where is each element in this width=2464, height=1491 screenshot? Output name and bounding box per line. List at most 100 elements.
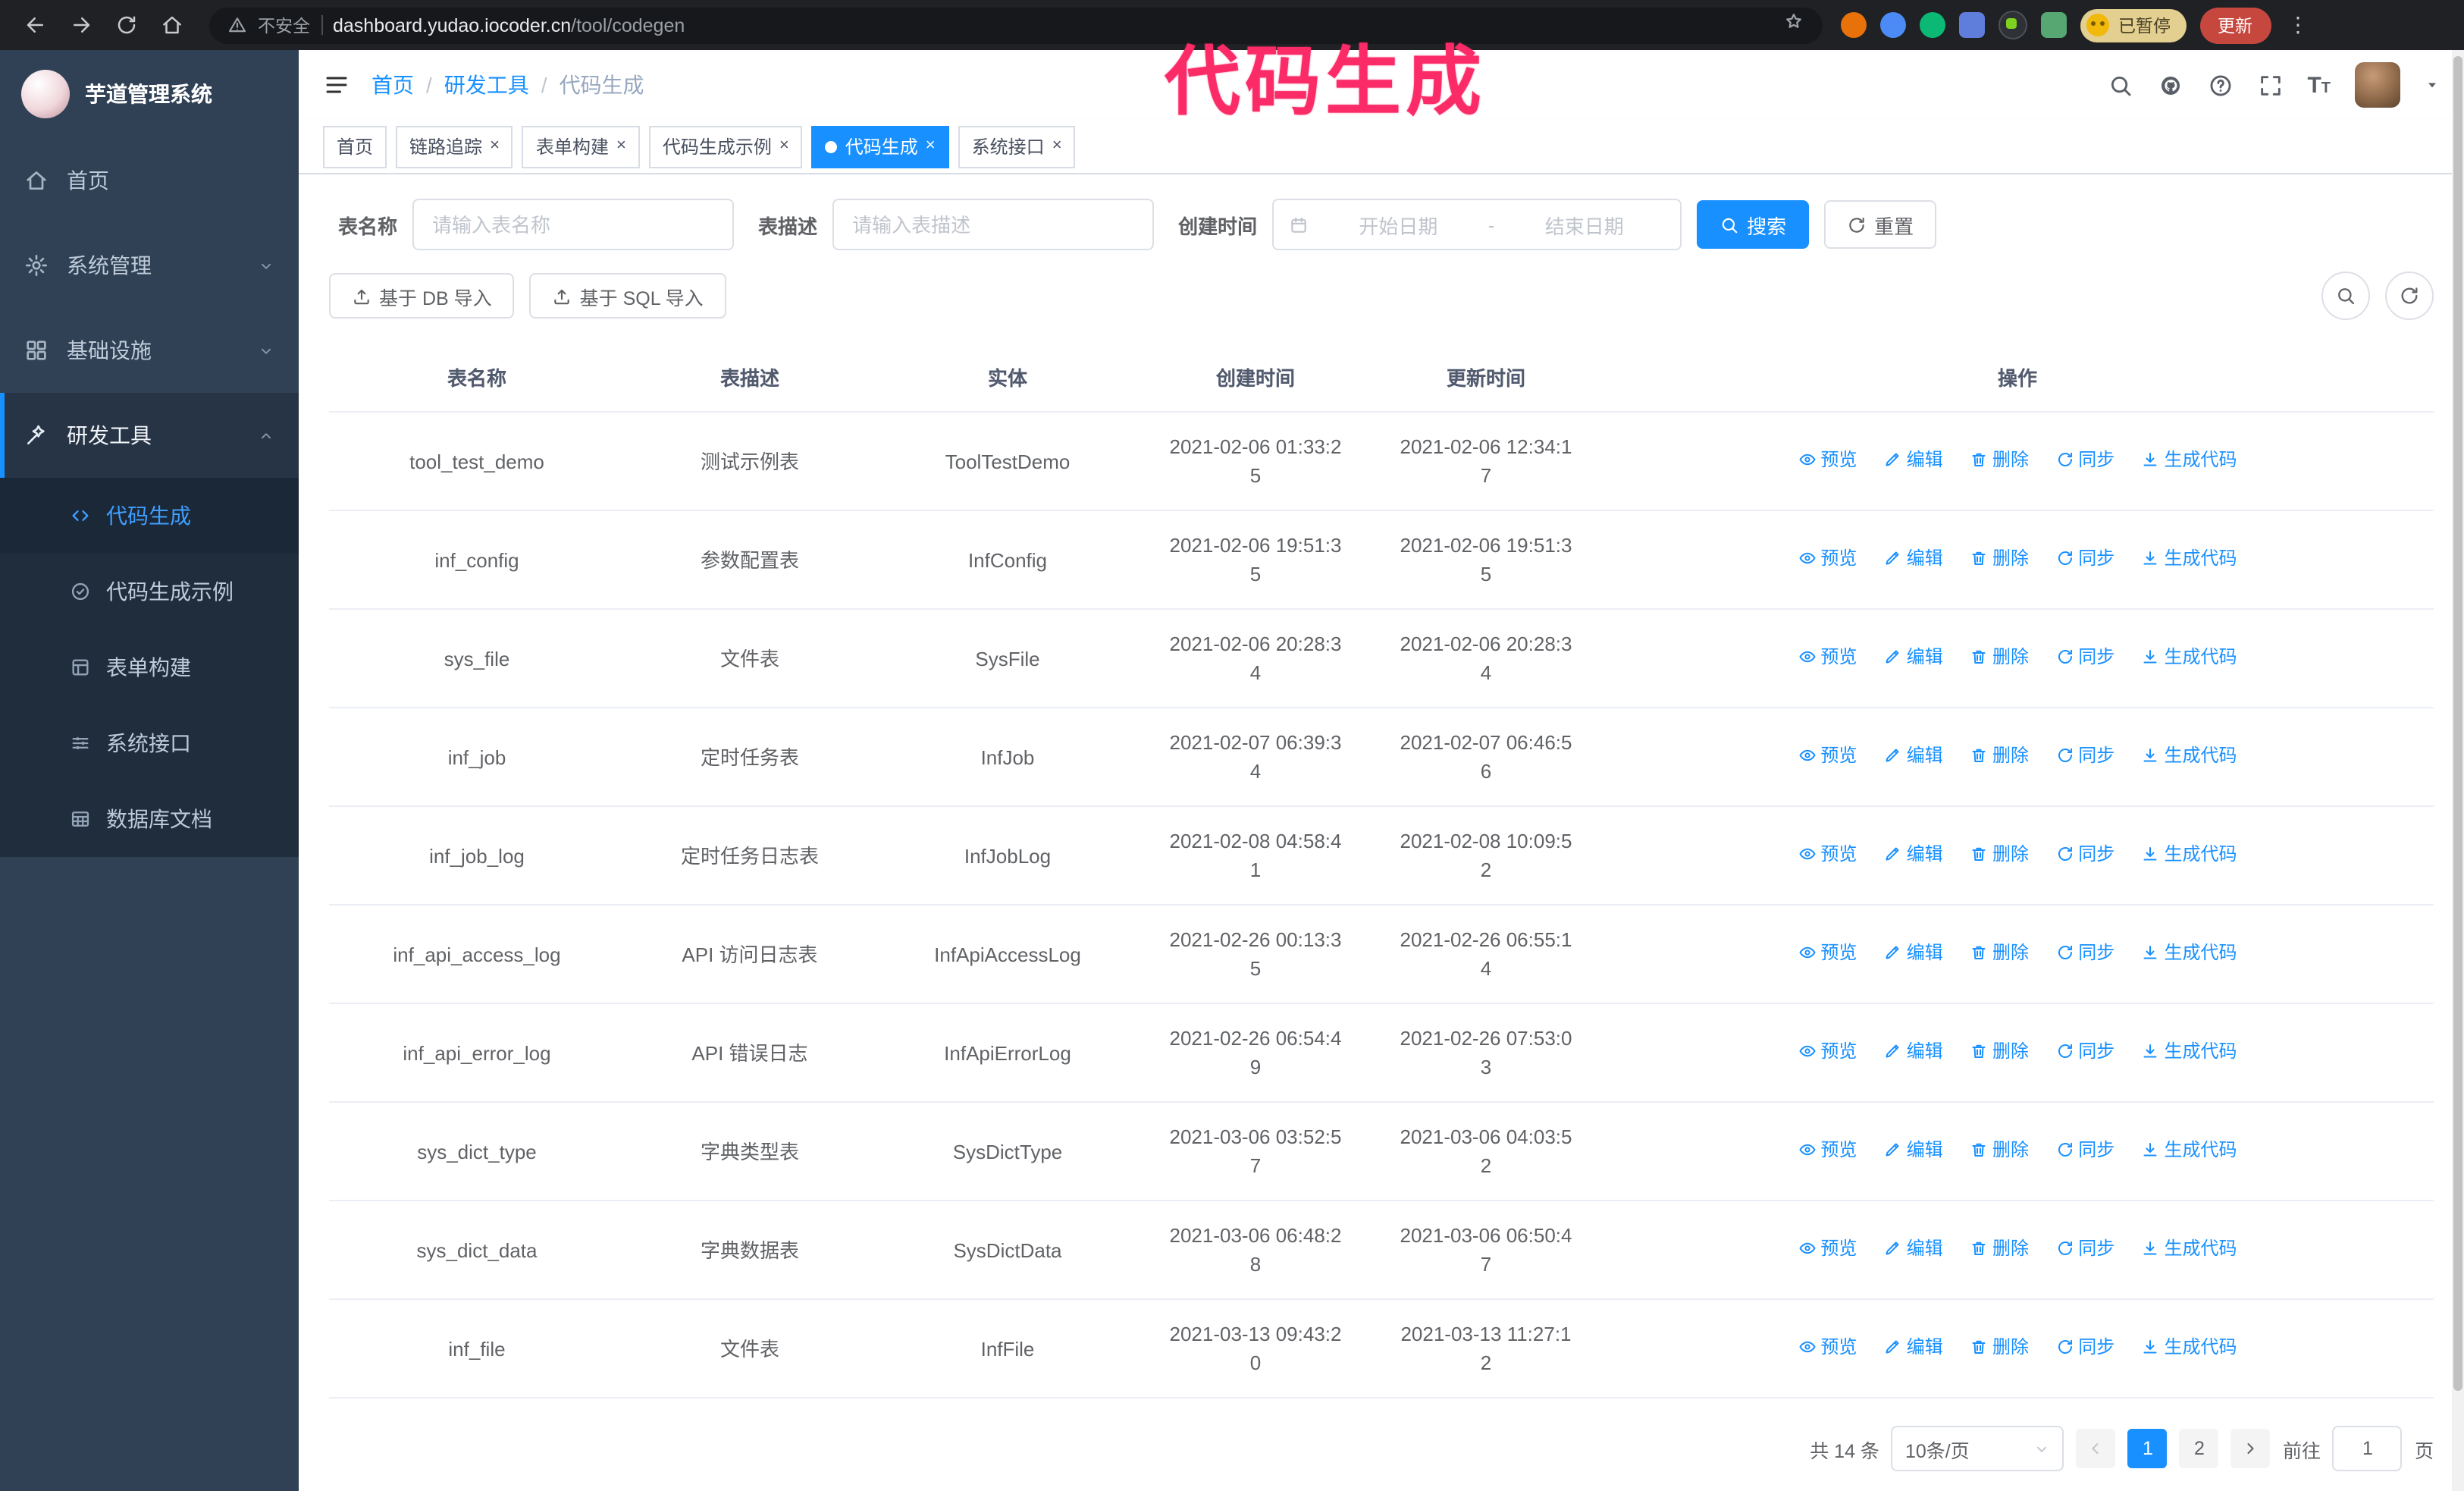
generate-code-link[interactable]: 生成代码	[2142, 1037, 2237, 1066]
sidebar-item-codegen-example[interactable]: 代码生成示例	[0, 554, 299, 629]
user-avatar[interactable]	[2355, 62, 2400, 108]
preview-link[interactable]: 预览	[1798, 1333, 1857, 1362]
preview-link[interactable]: 预览	[1798, 1037, 1857, 1066]
edit-link[interactable]: 编辑	[1884, 446, 1943, 475]
scrollbar-thumb[interactable]	[2453, 56, 2462, 1391]
preview-link[interactable]: 预览	[1798, 545, 1857, 573]
edit-link[interactable]: 编辑	[1884, 840, 1943, 869]
refresh-table-button[interactable]	[2385, 272, 2434, 320]
edit-link[interactable]: 编辑	[1884, 643, 1943, 672]
delete-link[interactable]: 删除	[1970, 446, 2029, 475]
import-sql-button[interactable]: 基于 SQL 导入	[529, 273, 726, 319]
breadcrumb-devtools[interactable]: 研发工具	[444, 70, 529, 100]
sync-link[interactable]: 同步	[2055, 545, 2114, 573]
sidebar-item-db-docs[interactable]: 数据库文档	[0, 781, 299, 857]
tab-close-icon[interactable]: ×	[1052, 137, 1062, 155]
generate-code-link[interactable]: 生成代码	[2142, 1136, 2237, 1165]
extension-icon-6[interactable]	[2041, 12, 2067, 38]
sync-link[interactable]: 同步	[2055, 446, 2114, 475]
caret-down-icon[interactable]	[2425, 77, 2440, 93]
edit-link[interactable]: 编辑	[1884, 1136, 1943, 1165]
tab-tracing[interactable]: 链路追踪 ×	[396, 125, 513, 168]
edit-link[interactable]: 编辑	[1884, 939, 1943, 968]
delete-link[interactable]: 删除	[1970, 1333, 2029, 1362]
browser-forward-icon[interactable]	[61, 5, 100, 45]
toggle-search-button[interactable]	[2321, 272, 2370, 320]
update-button[interactable]: 更新	[2199, 7, 2271, 43]
font-size-icon[interactable]: TT	[2307, 74, 2331, 96]
browser-home-icon[interactable]	[152, 5, 191, 45]
paused-badge[interactable]: 已暂停	[2080, 8, 2186, 42]
address-bar[interactable]: 不安全 dashboard.yudao.iocoder.cn/tool/code…	[209, 7, 1823, 43]
preview-link[interactable]: 预览	[1798, 840, 1857, 869]
tab-codegen-example[interactable]: 代码生成示例 ×	[648, 125, 803, 168]
delete-link[interactable]: 删除	[1970, 1037, 2029, 1066]
prev-page-button[interactable]	[2076, 1429, 2116, 1468]
sidebar-item-system[interactable]: 系统管理	[0, 223, 299, 308]
generate-code-link[interactable]: 生成代码	[2142, 1333, 2237, 1362]
page-button-1[interactable]: 1	[2127, 1429, 2168, 1468]
table-name-input[interactable]	[412, 199, 735, 250]
preview-link[interactable]: 预览	[1798, 1235, 1857, 1263]
preview-link[interactable]: 预览	[1798, 742, 1857, 771]
sync-link[interactable]: 同步	[2055, 1235, 2114, 1263]
preview-link[interactable]: 预览	[1798, 939, 1857, 968]
next-page-button[interactable]	[2230, 1429, 2271, 1468]
sidebar-item-codegen[interactable]: 代码生成	[0, 478, 299, 554]
fullscreen-icon[interactable]	[2257, 72, 2283, 98]
edit-link[interactable]: 编辑	[1884, 742, 1943, 771]
sync-link[interactable]: 同步	[2055, 939, 2114, 968]
delete-link[interactable]: 删除	[1970, 1136, 2029, 1165]
delete-link[interactable]: 删除	[1970, 939, 2029, 968]
generate-code-link[interactable]: 生成代码	[2142, 446, 2237, 475]
delete-link[interactable]: 删除	[1970, 545, 2029, 573]
edit-link[interactable]: 编辑	[1884, 1235, 1943, 1263]
help-icon[interactable]	[2207, 72, 2233, 98]
extension-icon-4[interactable]	[1959, 12, 1985, 38]
github-icon[interactable]	[2157, 72, 2183, 98]
browser-reload-icon[interactable]	[106, 5, 146, 45]
tab-codegen[interactable]: 代码生成 ×	[811, 125, 949, 168]
delete-link[interactable]: 删除	[1970, 840, 2029, 869]
generate-code-link[interactable]: 生成代码	[2142, 643, 2237, 672]
search-button[interactable]: 搜索	[1697, 200, 1810, 249]
delete-link[interactable]: 删除	[1970, 1235, 2029, 1263]
generate-code-link[interactable]: 生成代码	[2142, 545, 2237, 573]
sync-link[interactable]: 同步	[2055, 643, 2114, 672]
edit-link[interactable]: 编辑	[1884, 1037, 1943, 1066]
preview-link[interactable]: 预览	[1798, 643, 1857, 672]
sync-link[interactable]: 同步	[2055, 1136, 2114, 1165]
tab-system-api[interactable]: 系统接口 ×	[958, 125, 1076, 168]
goto-page-input[interactable]	[2332, 1426, 2403, 1471]
sync-link[interactable]: 同步	[2055, 840, 2114, 869]
reset-button[interactable]: 重置	[1824, 200, 1937, 249]
edit-link[interactable]: 编辑	[1884, 545, 1943, 573]
breadcrumb-home[interactable]: 首页	[371, 70, 414, 100]
sidebar-item-devtools[interactable]: 研发工具	[0, 393, 299, 478]
delete-link[interactable]: 删除	[1970, 742, 2029, 771]
extension-icon-1[interactable]	[1841, 12, 1867, 38]
browser-back-icon[interactable]	[15, 5, 55, 45]
sync-link[interactable]: 同步	[2055, 742, 2114, 771]
tab-close-icon[interactable]: ×	[616, 137, 626, 155]
edit-link[interactable]: 编辑	[1884, 1333, 1943, 1362]
table-desc-input[interactable]	[832, 199, 1155, 250]
generate-code-link[interactable]: 生成代码	[2142, 939, 2237, 968]
delete-link[interactable]: 删除	[1970, 643, 2029, 672]
sidebar-toggle-icon[interactable]	[323, 71, 350, 99]
tab-close-icon[interactable]: ×	[779, 137, 789, 155]
page-button-2[interactable]: 2	[2179, 1429, 2219, 1468]
sidebar-item-form-builder[interactable]: 表单构建	[0, 629, 299, 705]
tab-close-icon[interactable]: ×	[490, 137, 500, 155]
extension-icon-5[interactable]	[1998, 11, 2027, 39]
browser-menu-icon[interactable]: ⋮	[2284, 12, 2312, 38]
generate-code-link[interactable]: 生成代码	[2142, 742, 2237, 771]
search-icon[interactable]	[2107, 72, 2133, 98]
extension-icon-2[interactable]	[1880, 12, 1906, 38]
preview-link[interactable]: 预览	[1798, 446, 1857, 475]
extension-icon-3[interactable]	[1920, 12, 1945, 38]
sync-link[interactable]: 同步	[2055, 1333, 2114, 1362]
tab-form-builder[interactable]: 表单构建 ×	[522, 125, 640, 168]
tab-close-icon[interactable]: ×	[926, 137, 936, 155]
import-db-button[interactable]: 基于 DB 导入	[329, 273, 515, 319]
